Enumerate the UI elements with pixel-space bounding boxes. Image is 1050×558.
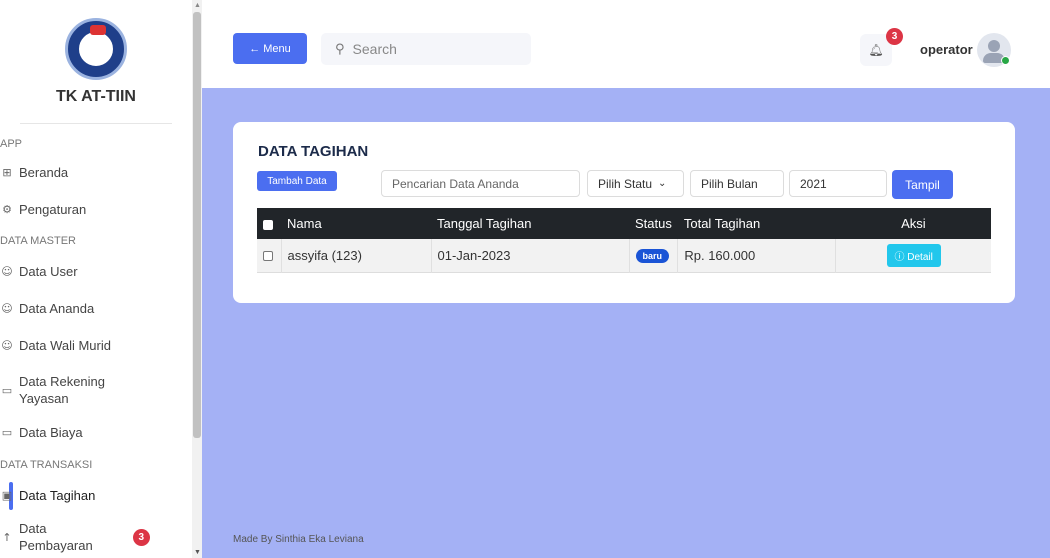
main-content: DATA TAGIHAN Tambah Data Pencarian Data … — [202, 88, 1050, 558]
sidebar-item-label-2: Yayasan — [19, 391, 69, 406]
sidebar: TK AT-TIIN APP ⊞ Beranda ⚙ Pengaturan DA… — [0, 0, 192, 558]
scroll-up-icon[interactable]: ▲ — [194, 2, 201, 9]
chevron-down-icon: ⌄ — [658, 178, 667, 189]
cell-aksi: ⓘ Detail — [836, 239, 991, 272]
section-transaksi: DATA TRANSAKSI — [0, 459, 93, 471]
sidebar-item-label: Data Biaya — [19, 425, 83, 440]
status-select-value: Pilih Statu — [598, 176, 653, 191]
tagihan-table: Nama Tanggal Tagihan Status Total Tagiha… — [257, 208, 991, 273]
student-search-input[interactable]: Pencarian Data Ananda — [381, 170, 580, 197]
col-status: Status — [635, 216, 672, 231]
select-all-cell — [257, 208, 281, 239]
section-master: DATA MASTER — [0, 235, 76, 247]
sidebar-item-label: Pengaturan — [19, 202, 87, 217]
sidebar-item-label: Data Ananda — [19, 301, 95, 316]
sidebar-item-pengaturan[interactable]: ⚙ Pengaturan — [0, 202, 86, 217]
col-tanggal: Tanggal Tagihan — [437, 216, 532, 231]
sidebar-item-label: Data — [19, 521, 47, 536]
table-header-row: Nama Tanggal Tagihan Status Total Tagiha… — [257, 208, 991, 239]
sidebar-item-data-ananda[interactable]: ☺ Data Ananda — [0, 301, 94, 316]
card-icon: ▭ — [1, 426, 13, 439]
payment-icon: ↑ — [2, 530, 12, 544]
footer-credit: Made By Sinthia Eka Leviana — [233, 534, 364, 545]
sidebar-item-data-user[interactable]: ☺ Data User — [0, 264, 78, 279]
search-icon: ⚲ — [335, 41, 345, 57]
cell-tanggal: 01-Jan-2023 — [431, 239, 630, 272]
sidebar-item-label-2: Pembayaran — [19, 538, 93, 553]
sidebar-item-data-pembayaran[interactable]: ↑ Data Pembayaran 3 — [0, 520, 150, 554]
sidebar-item-beranda[interactable]: ⊞ Beranda — [0, 165, 68, 180]
sidebar-item-data-wali-murid[interactable]: ☺ Data Wali Murid — [0, 338, 111, 353]
sidebar-item-label: Data Tagihan — [19, 488, 96, 503]
sidebar-item-data-tagihan[interactable]: ▣ Data Tagihan — [0, 488, 96, 503]
menu-button[interactable]: ← Menu — [233, 33, 307, 64]
page-title: DATA TAGIHAN — [258, 143, 369, 160]
tagihan-card: DATA TAGIHAN Tambah Data Pencarian Data … — [233, 122, 1015, 303]
year-input[interactable]: 2021 — [789, 170, 887, 197]
section-app: APP — [0, 138, 23, 150]
users-icon: ☺ — [1, 302, 13, 315]
sidebar-item-label: Data User — [19, 264, 78, 279]
avatar[interactable] — [977, 33, 1011, 67]
col-nama: Nama — [287, 216, 322, 231]
search-input[interactable]: ⚲ Search — [321, 33, 531, 65]
sidebar-item-label: Data Wali Murid — [19, 338, 111, 353]
brand-block: TK AT-TIIN — [20, 0, 172, 124]
select-all-checkbox[interactable] — [263, 219, 273, 230]
sidebar-item-data-biaya[interactable]: ▭ Data Biaya — [0, 425, 83, 440]
status-badge: baru — [635, 249, 670, 264]
month-input[interactable]: Pilih Bulan — [690, 170, 784, 197]
sidebar-scrollbar[interactable]: ▲ ▼ — [192, 0, 202, 558]
grid-icon: ⊞ — [2, 166, 12, 179]
cell-status: baru — [629, 239, 679, 272]
user-name[interactable]: operator — [920, 42, 973, 57]
gear-icon: ⚙ — [2, 203, 12, 216]
school-logo — [65, 18, 127, 80]
col-aksi: Aksi — [901, 216, 926, 231]
sidebar-item-label: Data Rekening — [19, 374, 105, 389]
calendar-icon: ▣ — [1, 489, 13, 502]
table-row: assyifa (123) 01-Jan-2023 baru Rp. 160.0… — [257, 239, 991, 272]
search-placeholder: Search — [352, 41, 397, 57]
users-icon: ☺ — [1, 265, 13, 278]
users-icon: ☺ — [1, 339, 13, 352]
row-select-cell — [257, 239, 282, 272]
detail-button[interactable]: ⓘ Detail — [886, 243, 941, 267]
bell-icon: 🔔︎ — [868, 43, 884, 57]
topbar: ← Menu ⚲ Search 🔔︎ 3 operator — [202, 0, 1050, 88]
online-status-dot — [1001, 56, 1010, 65]
status-select[interactable]: Pilih Statu ⌄ — [587, 170, 684, 197]
sidebar-item-label: Beranda — [19, 165, 69, 180]
tampil-button[interactable]: Tampil — [892, 170, 953, 199]
brand-name: TK AT-TIIN — [56, 88, 136, 105]
add-data-button[interactable]: Tambah Data — [257, 171, 337, 191]
cell-nama: assyifa (123) — [281, 239, 432, 272]
cell-total: Rp. 160.000 — [677, 239, 837, 272]
scroll-down-icon[interactable]: ▼ — [194, 549, 201, 556]
scroll-thumb[interactable] — [193, 12, 201, 438]
card-icon: ▭ — [1, 383, 13, 397]
col-total: Total Tagihan — [683, 216, 761, 231]
sidebar-item-data-rekening[interactable]: ▭ Data Rekening Yayasan — [0, 373, 105, 407]
row-checkbox[interactable] — [263, 251, 273, 262]
notification-count-badge: 3 — [886, 28, 903, 45]
payment-count-badge: 3 — [132, 528, 150, 546]
